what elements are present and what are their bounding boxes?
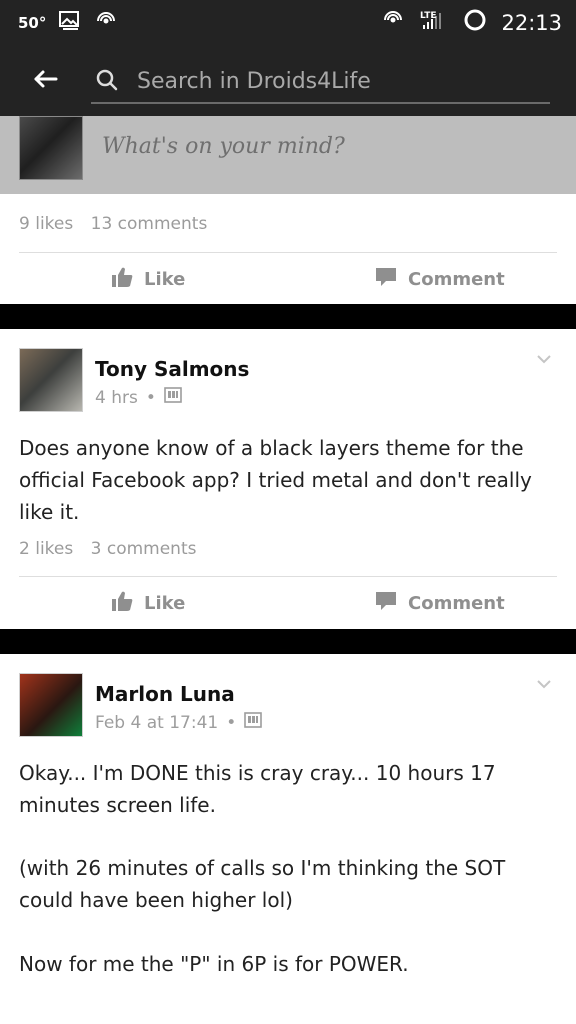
comment-icon	[374, 589, 398, 618]
status-bar: 50° LTE 22:13	[0, 0, 576, 42]
comment-button[interactable]: Comment	[374, 265, 505, 294]
comment-label: Comment	[408, 593, 505, 614]
search-bar	[0, 42, 576, 116]
chevron-down-icon[interactable]	[536, 676, 552, 692]
composer-avatar	[19, 116, 83, 180]
post-card-2: Tony Salmons 4 hrs • Does anyone know of…	[0, 329, 576, 629]
hotspot-icon	[381, 8, 405, 37]
post-time: Feb 4 at 17:41 •	[95, 712, 263, 733]
comments-count[interactable]: 13 comments	[91, 214, 208, 234]
clock-text: 22:13	[501, 10, 562, 35]
comment-label: Comment	[408, 269, 505, 290]
dot-separator-icon: •	[226, 712, 237, 733]
post-text-line-2: (with 26 minutes of calls so I'm thinkin…	[19, 856, 506, 912]
post-text-line-1: Okay... I'm DONE this is cray cray... 10…	[19, 761, 496, 817]
lte-signal-icon: LTE	[419, 8, 449, 37]
post-card-3: Marlon Luna Feb 4 at 17:41 • Okay... I'm…	[0, 654, 576, 1024]
search-input[interactable]	[135, 64, 539, 98]
post-divider	[19, 576, 557, 577]
author-name[interactable]: Tony Salmons	[95, 357, 249, 381]
search-icon	[95, 68, 119, 92]
comment-icon	[374, 265, 398, 294]
chevron-down-icon[interactable]	[536, 351, 552, 367]
comment-button[interactable]: Comment	[374, 589, 505, 618]
like-label: Like	[144, 269, 186, 290]
hotspot-icon	[94, 9, 118, 37]
post-composer[interactable]: What's on your mind?	[0, 116, 576, 194]
gallery-icon	[58, 10, 82, 36]
group-icon	[244, 712, 263, 733]
like-button[interactable]: Like	[110, 265, 185, 294]
battery-ring-icon	[463, 8, 487, 37]
post-text: Does anyone know of a black layers theme…	[19, 436, 532, 524]
group-icon	[164, 387, 182, 408]
author-name[interactable]: Marlon Luna	[95, 682, 235, 706]
thumbs-up-icon	[110, 589, 134, 618]
post-time: 4 hrs •	[95, 387, 182, 408]
author-avatar[interactable]	[19, 673, 83, 737]
search-field[interactable]	[91, 60, 550, 104]
post-text-line-3: Now for me the "P" in 6P is for POWER.	[19, 952, 409, 976]
likes-count[interactable]: 2 likes	[19, 539, 73, 559]
comments-count[interactable]: 3 comments	[91, 539, 197, 559]
thumbs-up-icon	[110, 265, 134, 294]
status-left: 50°	[18, 9, 118, 37]
temperature-text: 50°	[18, 14, 47, 32]
status-right: LTE 22:13	[381, 8, 562, 37]
author-avatar[interactable]	[19, 348, 83, 412]
dot-separator-icon: •	[145, 387, 156, 408]
post-divider	[19, 252, 557, 253]
time-text: 4 hrs	[95, 387, 138, 408]
post-card-1: 9 likes 13 comments Like Comment	[0, 194, 576, 304]
like-label: Like	[144, 593, 186, 614]
post-reactions-line: 2 likes 3 comments	[19, 539, 196, 559]
back-arrow-icon[interactable]	[30, 64, 60, 94]
time-text: Feb 4 at 17:41	[95, 712, 219, 733]
like-button[interactable]: Like	[110, 589, 185, 618]
likes-count[interactable]: 9 likes	[19, 214, 73, 234]
composer-prompt[interactable]: What's on your mind?	[102, 134, 345, 159]
post-reactions-line: 9 likes 13 comments	[19, 214, 207, 234]
svg-text:LTE: LTE	[420, 11, 437, 21]
